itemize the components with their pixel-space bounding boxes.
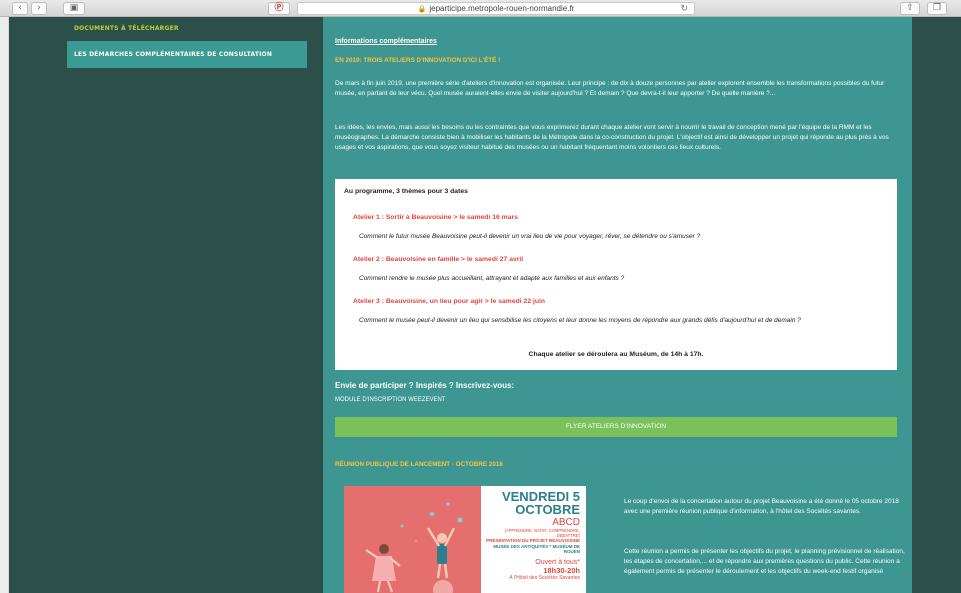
reload-icon[interactable]: ↻: [680, 3, 688, 14]
lock-icon: 🔒: [417, 6, 427, 13]
poster-text: VENDREDI 5 OCTOBRE ABCD (APPRENDRE, BATI…: [481, 486, 586, 593]
poster-museums: MUSÉE DES ANTIQUITÉS * MUSÉUM DE ROUEN: [493, 543, 580, 555]
program-footer: Chaque atelier se déroulera au Muséum, d…: [528, 351, 704, 358]
program-box: Au programme, 3 thèmes pour 3 dates Atel…: [335, 179, 897, 370]
atelier-3-title: Atelier 3 : Beauvoisine, un lieu pour ag…: [353, 298, 546, 305]
atelier-3-question: Comment le musée peut-il devenir un lieu…: [359, 317, 801, 324]
weezevent-module-link[interactable]: MODULE D'INSCRIPTION WEEZEVENT: [335, 397, 446, 403]
flyer-button[interactable]: FLYER ATELIERS D'INNOVATION: [335, 417, 897, 437]
address-bar[interactable]: 🔒 jeparticipe.metropole-rouen-normandie.f…: [297, 2, 695, 15]
main-content: Informations complémentaires EN 2019: TR…: [323, 17, 912, 593]
poster-presentation: PRÉSENTATION DU PROJET BEAUVOISINE: [486, 538, 580, 543]
sidebar-item-documents[interactable]: DOCUMENTS À TÉLÉCHARGER: [67, 17, 307, 41]
poster-abcd-meaning: (APPRENDRE, BATIR, COMPRENDRE, DEBATTRE): [504, 528, 580, 538]
sidebar: DOCUMENTS À TÉLÉCHARGER LES DÉMARCHES CO…: [67, 17, 307, 68]
section-title-reunion: RÉUNION PUBLIQUE DE LANCEMENT - OCTOBRE …: [335, 461, 503, 468]
atelier-2-question: Comment rendre le musée plus accueillant…: [359, 275, 625, 282]
atelier-2-title: Atelier 2 : Beauvoisine en famille > le …: [353, 256, 524, 263]
paragraph-ideas: Les idées, les envies, mais aussi les be…: [335, 124, 889, 151]
poster-abcd: ABCD: [552, 517, 580, 528]
page-margin: [912, 17, 961, 593]
browser-toolbar: ‹ › ▣ Ⓟ 🔒 jeparticipe.metropole-rouen-nor…: [0, 0, 961, 17]
poster-venue: À l'Hôtel des Sociétés Savantes: [509, 574, 580, 581]
sidebar-item-demarches[interactable]: LES DÉMARCHES COMPLÉMENTAIRES DE CONSULT…: [67, 41, 307, 68]
pinterest-icon[interactable]: Ⓟ: [268, 2, 290, 15]
signup-heading: Envie de participer ? Inspirés ? Inscriv…: [335, 381, 515, 390]
event-poster: VENDREDI 5 OCTOBRE ABCD (APPRENDRE, BATI…: [344, 486, 586, 593]
poster-month: OCTOBRE: [515, 502, 580, 517]
atelier-1-title: Atelier 1 : Sortir à Beauvoisine > le sa…: [353, 214, 518, 221]
section-title-ateliers: EN 2019: TROIS ATELIERS D'INNOVATION D'I…: [335, 57, 501, 64]
back-button[interactable]: ‹: [12, 2, 28, 15]
poster-time: 18h30-20h: [543, 565, 580, 575]
program-title: Au programme, 3 thèmes pour 3 dates: [344, 188, 468, 195]
share-icon[interactable]: ⇧: [900, 2, 920, 15]
atelier-1-question: Comment le futur musée Beauvoisine peut-…: [359, 233, 701, 240]
concertation-paragraph-2: Cette réunion a permis de présenter les …: [624, 548, 905, 575]
url-text: jeparticipe.metropole-rouen-normandie.fr: [429, 4, 575, 13]
tabs-icon[interactable]: ❐: [927, 2, 947, 15]
forward-button[interactable]: ›: [31, 2, 47, 15]
window-edge: [0, 17, 9, 593]
concertation-paragraph-1: Le coup d'envoi de la concertation autou…: [624, 498, 899, 515]
paragraph-intro: De mars à fin juin 2019, une première sé…: [335, 80, 885, 97]
poster-illustration: [344, 486, 481, 593]
info-title: Informations complémentaires: [335, 38, 437, 45]
sidebar-toggle-icon[interactable]: ▣: [63, 2, 85, 15]
